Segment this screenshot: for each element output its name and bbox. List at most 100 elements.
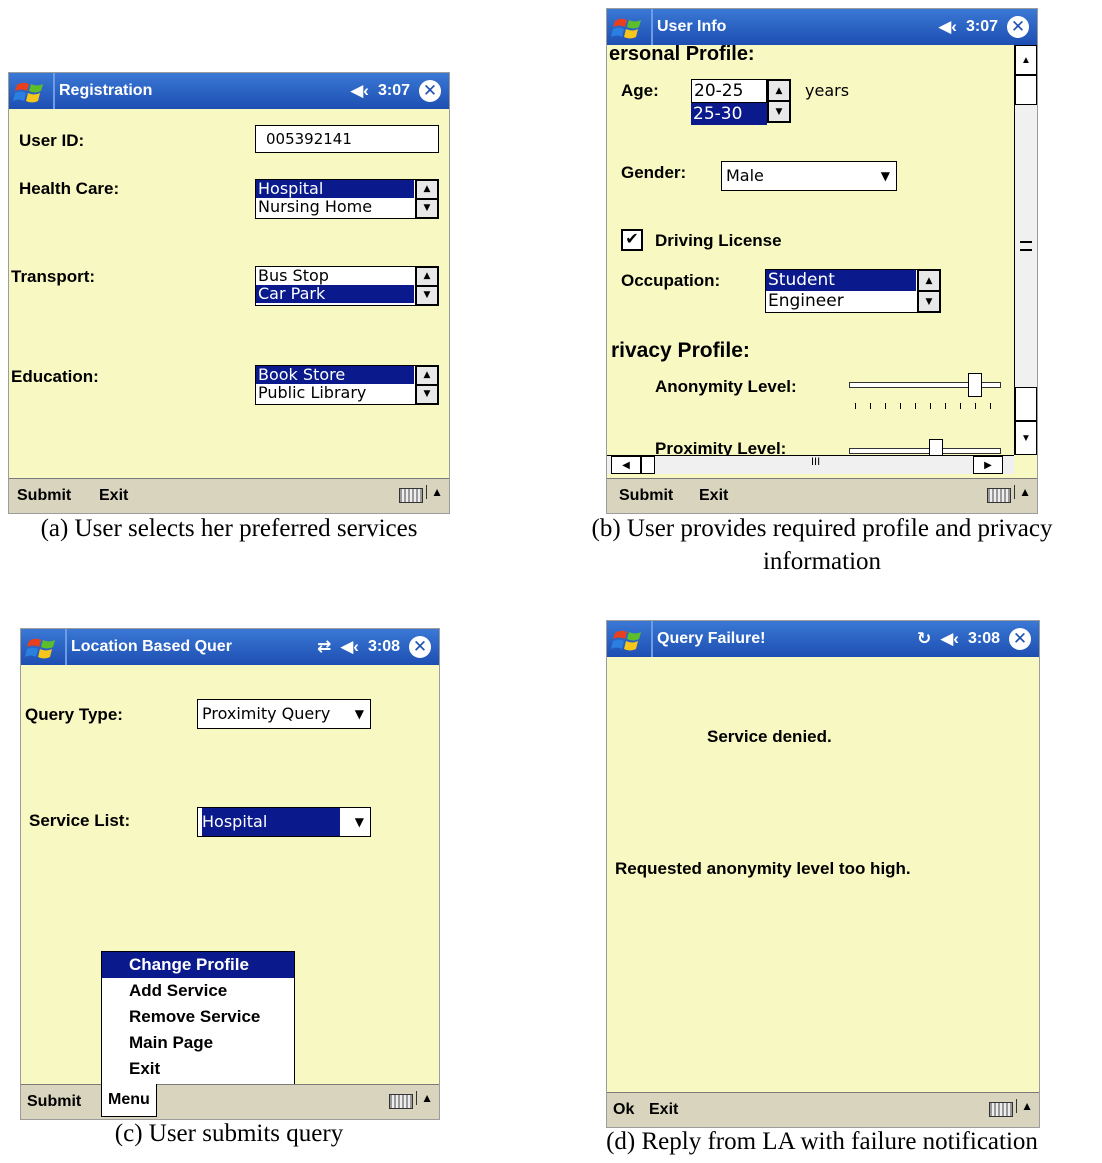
speaker-icon[interactable]: ◀‹: [340, 637, 359, 657]
query-type-value: Proximity Query: [202, 704, 331, 723]
query-type-dropdown[interactable]: Proximity Query ▼: [197, 699, 371, 729]
menu-softkey[interactable]: Menu: [101, 1084, 157, 1117]
windows-start-icon[interactable]: [13, 79, 51, 105]
education-list[interactable]: Book Store Public Library ▲ ▼: [255, 365, 439, 405]
list-item[interactable]: Public Library: [256, 384, 414, 402]
exit-softkey[interactable]: Exit: [649, 1101, 678, 1119]
transport-list[interactable]: Bus Stop Car Park ▲ ▼: [255, 266, 439, 306]
scroll-up-icon[interactable]: ▲: [918, 270, 940, 291]
chevron-down-icon[interactable]: ▼: [355, 808, 364, 836]
vertical-scrollbar[interactable]: ▲ ▼: [1014, 45, 1037, 455]
close-icon[interactable]: ✕: [1007, 16, 1029, 38]
scroll-down-icon[interactable]: ▼: [1015, 421, 1037, 455]
submit-softkey[interactable]: Submit: [27, 1093, 81, 1111]
age-list[interactable]: 20-25 25-30 ▲ ▼: [691, 79, 791, 125]
list-scrollbar[interactable]: ▲ ▼: [415, 267, 438, 305]
scroll-down-icon[interactable]: ▼: [416, 385, 438, 404]
scroll-down-icon[interactable]: ▼: [918, 291, 940, 312]
scroll-left-icon[interactable]: ◀: [611, 456, 641, 474]
sync-icon[interactable]: ↻: [917, 629, 931, 649]
list-item[interactable]: 20-25: [691, 79, 767, 103]
input-panel-arrow-icon[interactable]: ▲: [416, 1091, 433, 1105]
input-panel-arrow-icon[interactable]: ▲: [1014, 485, 1031, 499]
occupation-list[interactable]: Student Engineer ▲ ▼: [765, 269, 941, 313]
exit-softkey[interactable]: Exit: [99, 487, 128, 505]
scroll-down-icon[interactable]: ▼: [416, 286, 438, 305]
ok-softkey[interactable]: Ok: [613, 1101, 634, 1119]
exit-softkey[interactable]: Exit: [699, 487, 728, 505]
scroll-down-icon[interactable]: ▼: [768, 101, 790, 122]
slider-thumb[interactable]: [968, 373, 982, 397]
transport-label: Transport:: [11, 267, 96, 286]
list-scrollbar[interactable]: ▲ ▼: [917, 270, 940, 312]
caption-d: (d) Reply from LA with failure notificat…: [606, 1128, 1038, 1155]
menu-item-exit[interactable]: Exit: [102, 1056, 294, 1082]
title-bar: Query Failure! ↻ ◀‹ 3:08 ✕: [607, 621, 1039, 657]
softkey-menu: Change Profile Add Service Remove Servic…: [101, 951, 295, 1087]
windows-start-icon[interactable]: [611, 627, 649, 653]
windows-start-icon[interactable]: [611, 15, 649, 41]
chevron-down-icon[interactable]: ▼: [355, 700, 364, 728]
menu-item-main-page[interactable]: Main Page: [102, 1030, 294, 1056]
speaker-icon[interactable]: ◀‹: [938, 17, 957, 37]
list-item[interactable]: Student: [766, 270, 916, 291]
anonymity-slider[interactable]: [849, 373, 1001, 413]
list-item[interactable]: Book Store: [256, 366, 414, 384]
keyboard-icon[interactable]: [987, 488, 1011, 503]
list-item[interactable]: Hospital: [256, 180, 414, 198]
scroll-up-icon[interactable]: ▲: [416, 180, 438, 199]
title-separator: [651, 9, 653, 45]
list-item[interactable]: Nursing Home: [256, 198, 414, 216]
scroll-thumb-lower[interactable]: [1015, 387, 1037, 421]
windows-start-icon[interactable]: [25, 635, 63, 661]
scroll-up-icon[interactable]: ▲: [1015, 45, 1037, 75]
list-item[interactable]: Engineer: [766, 291, 916, 312]
clock[interactable]: 3:08: [368, 638, 400, 656]
scroll-grip-icon: III: [811, 456, 821, 468]
list-item[interactable]: 25-30: [691, 103, 767, 125]
service-list-label: Service List:: [29, 811, 131, 830]
status-area: ↻ ◀‹ 3:08 ✕: [917, 627, 1031, 651]
input-panel-arrow-icon[interactable]: ▲: [1016, 1099, 1033, 1113]
scroll-up-icon[interactable]: ▲: [416, 366, 438, 385]
user-id-label: User ID:: [19, 131, 85, 150]
menu-item-remove-service[interactable]: Remove Service: [102, 1004, 294, 1030]
horizontal-scrollbar[interactable]: ◀ III ▶: [607, 455, 1014, 474]
query-type-label: Query Type:: [25, 705, 123, 724]
scroll-down-icon[interactable]: ▼: [416, 199, 438, 218]
keyboard-icon[interactable]: [989, 1102, 1013, 1117]
menu-item-add-service[interactable]: Add Service: [102, 978, 294, 1004]
close-icon[interactable]: ✕: [1009, 628, 1031, 650]
health-care-list[interactable]: Hospital Nursing Home ▲ ▼: [255, 179, 439, 219]
service-list-dropdown[interactable]: Hospital ▼: [197, 807, 371, 837]
scroll-up-icon[interactable]: ▲: [768, 80, 790, 101]
submit-softkey[interactable]: Submit: [17, 487, 71, 505]
list-item[interactable]: Car Park: [256, 285, 414, 303]
list-item[interactable]: Bus Stop: [256, 267, 414, 285]
clock[interactable]: 3:07: [378, 82, 410, 100]
input-panel-arrow-icon[interactable]: ▲: [426, 485, 443, 499]
connectivity-icon[interactable]: ⇄: [317, 637, 331, 657]
scroll-thumb[interactable]: [1015, 75, 1037, 105]
menu-item-change-profile[interactable]: Change Profile: [102, 952, 294, 978]
clock[interactable]: 3:08: [968, 630, 1000, 648]
list-scrollbar[interactable]: ▲ ▼: [415, 366, 438, 404]
caption-a: (a) User selects her preferred services: [40, 515, 418, 542]
scroll-up-icon[interactable]: ▲: [416, 267, 438, 286]
user-id-field[interactable]: 005392141: [255, 125, 439, 153]
chevron-down-icon[interactable]: ▼: [881, 162, 890, 190]
scroll-thumb[interactable]: [641, 456, 655, 474]
gender-dropdown[interactable]: Male ▼: [721, 161, 897, 191]
clock[interactable]: 3:07: [966, 18, 998, 36]
speaker-icon[interactable]: ◀‹: [350, 81, 369, 101]
keyboard-icon[interactable]: [389, 1094, 413, 1109]
close-icon[interactable]: ✕: [409, 636, 431, 658]
submit-softkey[interactable]: Submit: [619, 487, 673, 505]
keyboard-icon[interactable]: [399, 488, 423, 503]
driving-license-checkbox[interactable]: ✔: [621, 229, 643, 251]
speaker-icon[interactable]: ◀‹: [940, 629, 959, 649]
close-icon[interactable]: ✕: [419, 80, 441, 102]
list-scrollbar[interactable]: ▲ ▼: [767, 79, 791, 123]
list-scrollbar[interactable]: ▲ ▼: [415, 180, 438, 218]
scroll-right-icon[interactable]: ▶: [973, 456, 1003, 474]
